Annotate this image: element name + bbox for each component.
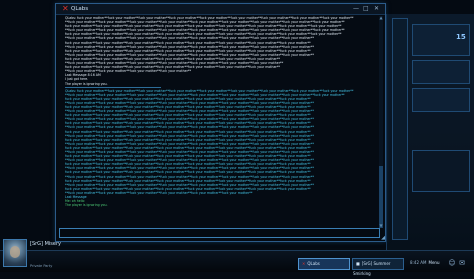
scroll-thumb[interactable]: [379, 166, 383, 228]
game-icon: ■: [356, 261, 360, 266]
chat-titlebar[interactable]: ✕ QLabs — □ ✕: [56, 4, 385, 15]
taskbar-game-tab[interactable]: ■ [SrG] Summer Smirking: [352, 258, 404, 276]
party-label: Private Party: [30, 264, 53, 268]
menu-button[interactable]: Menu: [424, 258, 444, 268]
chat-input[interactable]: [59, 228, 380, 238]
friends-icon[interactable]: ☺: [448, 258, 456, 268]
chat-divider: [65, 86, 161, 88]
chat-own-block: Me: oh hello The player is ignoring you.: [65, 199, 367, 207]
resize-grip-icon[interactable]: ◢: [381, 236, 385, 241]
chat-line: The player is ignoring you.: [65, 81, 108, 86]
chat-window: ✕ QLabs — □ ✕ QLabs: fuck your mother**f…: [55, 3, 386, 242]
maximize-button[interactable]: □: [363, 5, 369, 13]
background-header-text: 15: [456, 33, 466, 41]
close-button[interactable]: ✕: [374, 5, 379, 13]
chat-history-block: QLabs: fuck your mother**fuck your mothe…: [65, 16, 367, 86]
chat-scrollbar[interactable]: ▲ ▼: [379, 16, 383, 228]
background-button-1[interactable]: [412, 60, 470, 84]
background-scroll-column: [392, 18, 408, 240]
chat-log[interactable]: QLabs: fuck your mother**fuck your mothe…: [65, 16, 367, 226]
x-icon: ✕: [62, 4, 69, 13]
minimize-button[interactable]: —: [353, 5, 359, 13]
chat-recent-block: QLabs: fuck your mother**fuck your mothe…: [65, 89, 367, 200]
avatar[interactable]: [3, 239, 27, 267]
taskbar-chat-tab[interactable]: ✕ QLabs: [298, 258, 350, 270]
chat-title: QLabs: [71, 6, 89, 12]
player-name[interactable]: [SrG] Misery: [30, 241, 61, 247]
scroll-up-icon[interactable]: ▲: [379, 16, 383, 20]
taskbar-chat-label: QLabs: [307, 261, 320, 266]
background-list-box: [412, 150, 470, 192]
social-icon[interactable]: ✉: [458, 258, 466, 268]
avatar-face: [10, 246, 20, 258]
x-icon: ✕: [302, 261, 306, 266]
background-button-2[interactable]: [412, 88, 470, 112]
chat-line: The player is ignoring you.: [65, 203, 108, 208]
